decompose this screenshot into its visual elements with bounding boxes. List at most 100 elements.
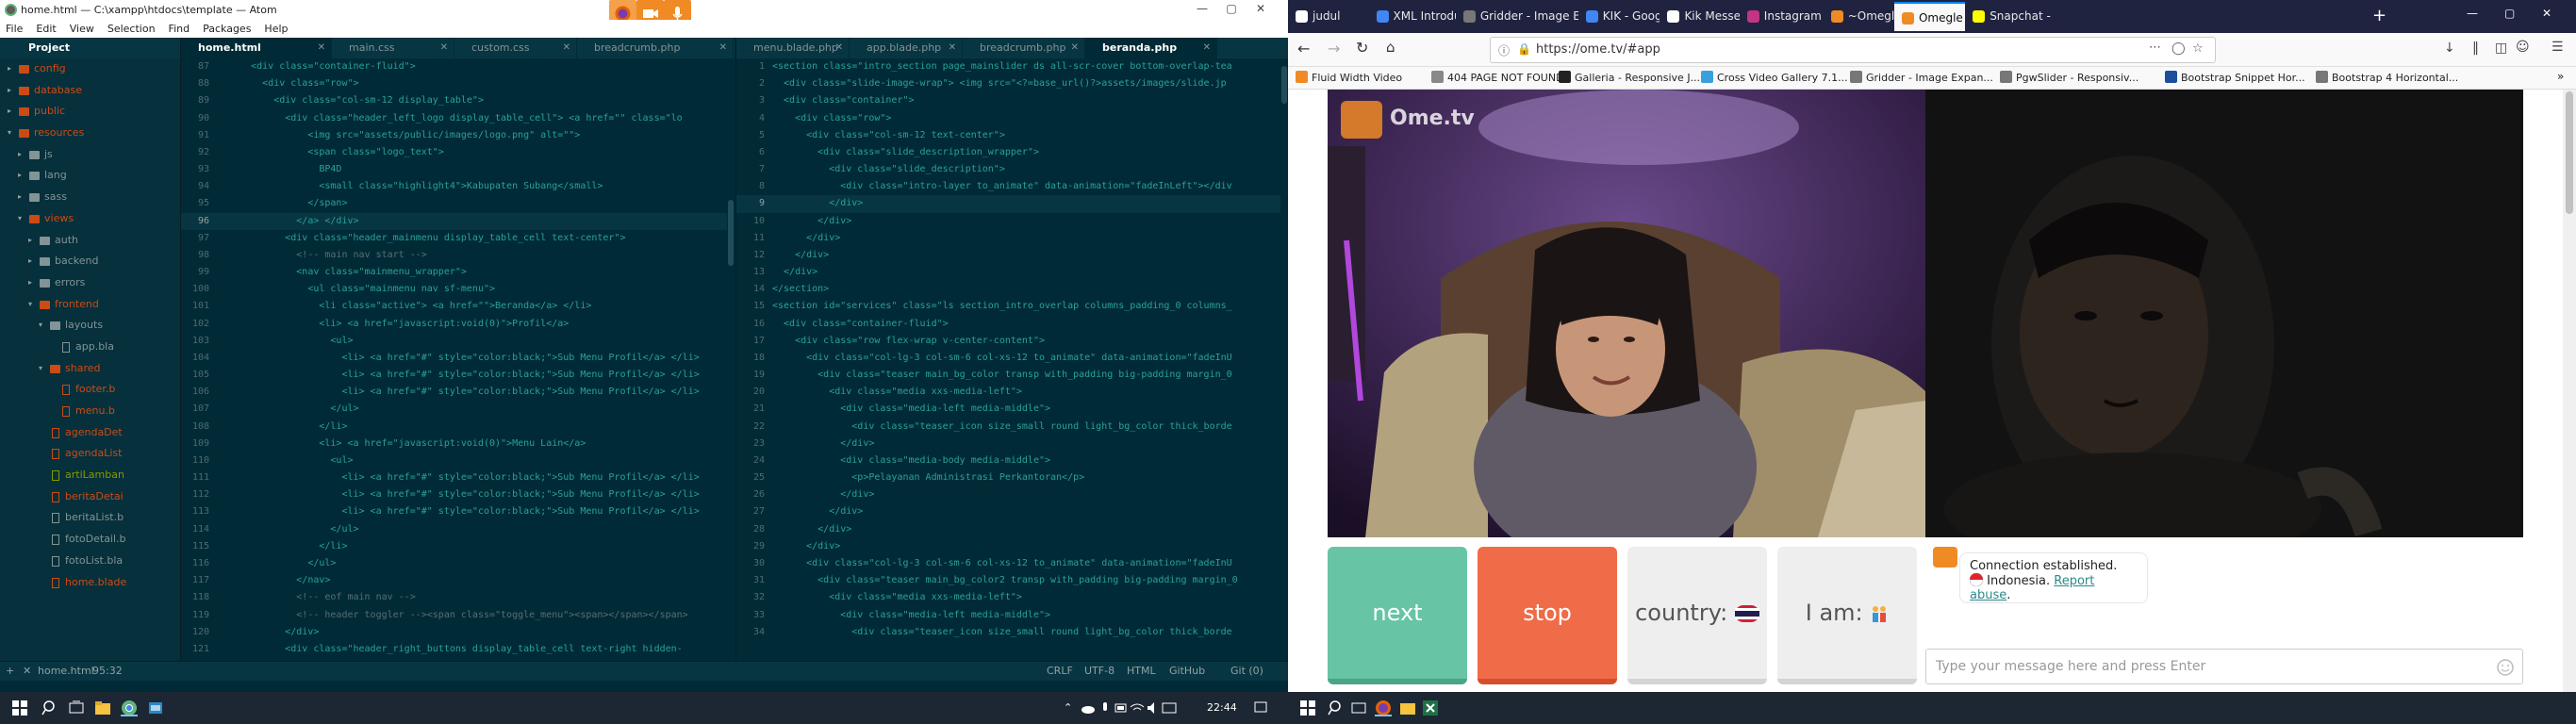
tree-item[interactable]: ▸ errors bbox=[0, 272, 180, 294]
ff-minimize-button[interactable]: — bbox=[2467, 7, 2478, 20]
tray-network-icon[interactable] bbox=[1129, 699, 1146, 716]
tree-item[interactable]: footer.b bbox=[0, 379, 180, 401]
search-icon-2[interactable] bbox=[1328, 699, 1345, 716]
code-line[interactable]: 116 </ul> bbox=[181, 555, 735, 572]
code-line[interactable]: 25 <p>Pelayanan Administrasi Perkantoran… bbox=[736, 469, 1288, 486]
code-line[interactable]: 10 </div> bbox=[736, 213, 1288, 230]
browser-tab[interactable]: Instagram bbox=[1740, 2, 1824, 31]
chevron-down-icon[interactable]: ▾ bbox=[18, 208, 22, 229]
message-input[interactable]: Type your message here and press Enter bbox=[1925, 649, 2523, 684]
new-tab-button[interactable]: + bbox=[2372, 6, 2386, 25]
page-scrollbar[interactable] bbox=[2563, 90, 2576, 692]
bookmark-item[interactable]: Cross Video Gallery 7.1... bbox=[1701, 71, 1848, 84]
code-line[interactable]: 92 <span class="logo_text"> bbox=[181, 144, 735, 161]
editor-tab[interactable]: app.blade.php ✕ bbox=[850, 38, 963, 58]
browser-tab[interactable]: Snapchat - The S bbox=[1965, 2, 2051, 31]
code-line[interactable]: 114 </ul> bbox=[181, 521, 735, 538]
task-view-icon-2[interactable] bbox=[1350, 699, 1367, 716]
code-line[interactable]: 96 </a> </div> bbox=[181, 212, 735, 230]
code-line[interactable]: 26 </div> bbox=[736, 486, 1288, 503]
code-line[interactable]: 112 <li> <a href="#" style="color:black;… bbox=[181, 486, 735, 503]
code-line[interactable]: 119 <!-- header toggler --><span class="… bbox=[181, 607, 735, 624]
code-line[interactable]: 24 <div class="media-body media-middle"> bbox=[736, 452, 1288, 469]
chevron-down-icon[interactable]: ▾ bbox=[39, 358, 42, 379]
code-line[interactable]: 7 <div class="slide_description"> bbox=[736, 161, 1288, 178]
tree-item[interactable]: ▸ sass bbox=[0, 187, 180, 208]
tree-item[interactable]: artiLamban bbox=[0, 465, 180, 486]
code-line[interactable]: 89 <div class="col-sm-12 display_table"> bbox=[181, 92, 735, 109]
forward-arrow-icon[interactable]: → bbox=[1328, 40, 1340, 58]
task-view-icon[interactable] bbox=[68, 699, 85, 716]
code-line[interactable]: 93 BP4D bbox=[181, 161, 735, 178]
code-line[interactable]: 100 <ul class="mainmenu nav sf-menu"> bbox=[181, 281, 735, 298]
file-explorer-icon-2[interactable] bbox=[1399, 699, 1416, 716]
code-line[interactable]: 120 </div> bbox=[181, 624, 735, 641]
code-line[interactable]: 22 <div class="teaser_icon size_small ro… bbox=[736, 419, 1288, 436]
file-explorer-icon[interactable] bbox=[94, 699, 111, 716]
chevron-right-icon[interactable]: ▸ bbox=[18, 165, 22, 186]
code-line[interactable]: 108 </li> bbox=[181, 419, 735, 436]
menu-selection[interactable]: Selection bbox=[107, 23, 156, 35]
tree-item[interactable]: menu.b bbox=[0, 401, 180, 422]
chrome-taskbar-icon[interactable] bbox=[121, 699, 138, 716]
tree-item[interactable]: ▸ config bbox=[0, 58, 180, 80]
code-line[interactable]: 8 <div class="intro-layer to_animate" da… bbox=[736, 178, 1288, 195]
bookmark-item[interactable]: PgwSlider - Responsiv... bbox=[2000, 71, 2138, 84]
code-line[interactable]: 19 <div class="teaser main_bg_color tran… bbox=[736, 367, 1288, 384]
tray-language-icon[interactable] bbox=[1161, 699, 1178, 716]
tray-up-arrow-icon[interactable]: ⌃ bbox=[1064, 701, 1072, 714]
reload-icon[interactable]: ↻ bbox=[1356, 39, 1368, 57]
bookmark-item[interactable]: Bootstrap Snippet Hor... bbox=[2165, 71, 2305, 84]
i-am-button[interactable]: I am: bbox=[1777, 547, 1917, 684]
close-file-icon[interactable]: ✕ bbox=[23, 665, 31, 677]
browser-tab[interactable]: ~Omegle~ bbox=[1824, 2, 1894, 31]
editor-tab[interactable]: home.html ✕ bbox=[181, 38, 332, 58]
code-line[interactable]: 18 <div class="col-lg-3 col-sm-6 col-xs-… bbox=[736, 350, 1288, 367]
status-grammar[interactable]: HTML bbox=[1127, 665, 1156, 677]
editor-tab[interactable]: menu.blade.php ✕ bbox=[736, 38, 850, 58]
close-tab-icon[interactable]: ✕ bbox=[1071, 38, 1079, 58]
menu-view[interactable]: View bbox=[70, 23, 94, 35]
tree-item[interactable]: ▸ backend bbox=[0, 251, 180, 272]
browser-tab[interactable]: Gridder - Image Exp bbox=[1456, 2, 1578, 31]
tree-item[interactable]: fotoDetail.b bbox=[0, 529, 180, 551]
editor-tab[interactable]: custom.css ✕ bbox=[454, 38, 577, 58]
code-line[interactable]: 23 </div> bbox=[736, 436, 1288, 452]
code-line[interactable]: 1 <section class="intro_section page_main… bbox=[736, 58, 1288, 75]
app-taskbar-icon[interactable] bbox=[147, 699, 164, 716]
atom-maximize-button[interactable]: ▢ bbox=[1217, 2, 1246, 18]
taskbar-clock-left[interactable]: 22:44 bbox=[1207, 701, 1237, 714]
url-text[interactable]: https://ome.tv/#app bbox=[1536, 42, 1660, 57]
account-icon[interactable]: ☺ bbox=[2516, 40, 2530, 55]
next-button[interactable]: next bbox=[1328, 547, 1467, 684]
code-line[interactable]: 34 <div class="teaser_icon size_small ro… bbox=[736, 624, 1288, 641]
ff-maximize-button[interactable]: ▢ bbox=[2504, 7, 2515, 20]
tree-item[interactable]: ▸ public bbox=[0, 101, 180, 123]
menu-file[interactable]: File bbox=[6, 23, 23, 35]
windows-start-icon-2[interactable] bbox=[1299, 699, 1316, 716]
editor-left-scrollbar[interactable] bbox=[727, 58, 735, 661]
tree-item[interactable]: app.bla bbox=[0, 337, 180, 358]
code-line[interactable]: 9 </div> bbox=[736, 195, 1288, 213]
editor-right-code[interactable]: 1 <section class="intro_section page_main… bbox=[736, 58, 1288, 661]
code-line[interactable]: 88 <div class="row"> bbox=[181, 75, 735, 92]
tree-item[interactable]: fotoList.bla bbox=[0, 551, 180, 572]
editor-tab[interactable]: main.css ✕ bbox=[332, 38, 454, 58]
page-actions-icon[interactable]: ⋯ bbox=[2149, 41, 2161, 55]
menu-hamburger-icon[interactable]: ☰ bbox=[2551, 40, 2564, 55]
atom-close-button[interactable]: ✕ bbox=[1247, 2, 1275, 18]
url-bar[interactable]: ⓘ 🔒 https://ome.tv/#app ⋯ ◯ ☆ bbox=[1490, 37, 2216, 63]
info-icon[interactable]: ⓘ bbox=[1498, 42, 1510, 58]
menu-edit[interactable]: Edit bbox=[36, 23, 56, 35]
code-line[interactable]: 32 <div class="media xxs-media-left"> bbox=[736, 589, 1288, 606]
status-line-ending[interactable]: CRLF bbox=[1047, 665, 1073, 677]
browser-tab[interactable]: judul bbox=[1288, 2, 1369, 31]
code-line[interactable]: 97 <div class="header_mainmenu display_t… bbox=[181, 230, 735, 247]
atom-minimize-button[interactable]: — bbox=[1188, 2, 1216, 18]
bookmarks-overflow-icon[interactable]: » bbox=[2557, 70, 2564, 83]
code-line[interactable]: 95 </span> bbox=[181, 195, 735, 212]
close-tab-icon[interactable]: ✕ bbox=[949, 38, 956, 58]
action-center-icon[interactable] bbox=[1252, 699, 1269, 716]
code-line[interactable]: 28 </div> bbox=[736, 521, 1288, 538]
editor-left-code[interactable]: 87 <div class="container-fluid"> 88 <div … bbox=[181, 58, 735, 661]
